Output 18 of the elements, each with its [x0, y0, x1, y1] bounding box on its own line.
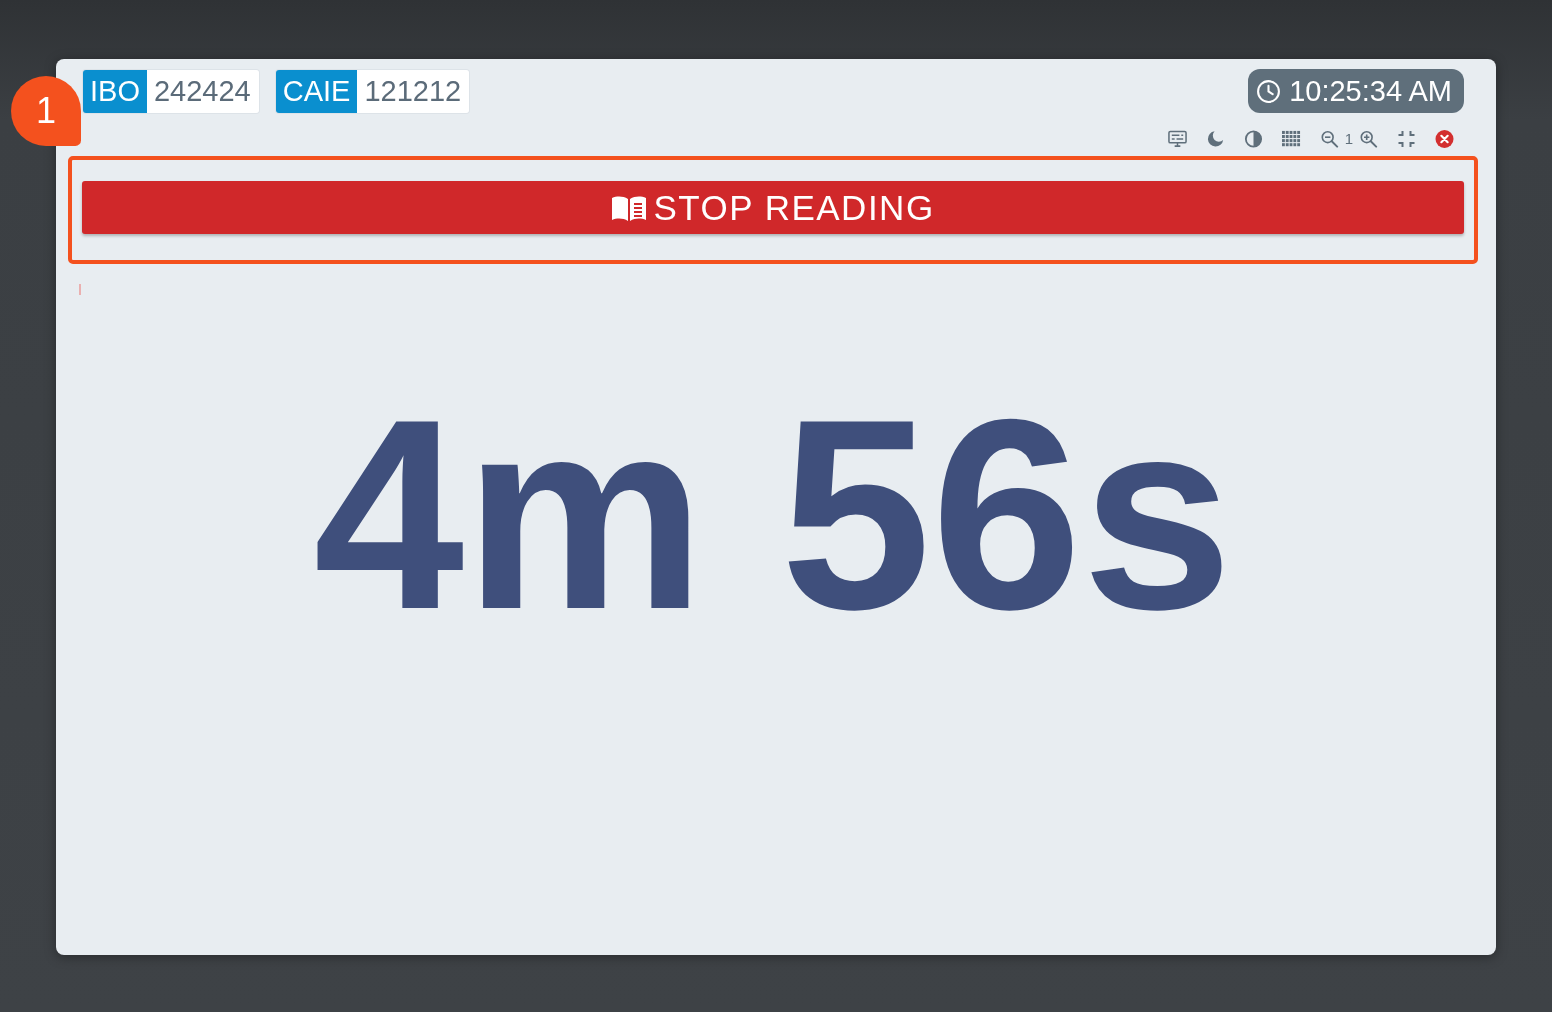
exam-board-label: IBO: [83, 69, 147, 113]
countdown-timer: 4m 56s: [312, 379, 1234, 650]
grid-icon[interactable]: [1281, 130, 1301, 148]
exam-board-number: 242424: [146, 69, 259, 113]
contrast-icon[interactable]: [1243, 130, 1263, 148]
exit-fullscreen-icon[interactable]: [1397, 130, 1416, 148]
exam-board-number: 121212: [357, 69, 470, 113]
zoom-level: 1: [1344, 130, 1353, 148]
monitor-icon[interactable]: [1167, 130, 1187, 148]
exam-board-label: CAIE: [275, 69, 358, 113]
clock-icon: [1256, 78, 1282, 104]
zoom-in-icon[interactable]: [1359, 130, 1378, 148]
stop-reading-button[interactable]: STOP READING: [82, 181, 1464, 234]
zoom-out-icon[interactable]: [1319, 130, 1339, 148]
close-icon[interactable]: [1435, 130, 1454, 148]
clock-time: 10:25:34 AM: [1289, 74, 1452, 109]
callout-marker: 1: [11, 76, 81, 146]
moon-icon[interactable]: [1205, 130, 1225, 148]
